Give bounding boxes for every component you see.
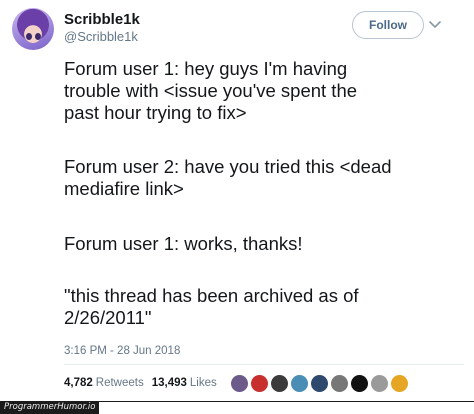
retweets-label: Retweets: [95, 377, 144, 389]
tweet-card: Scribble1k @Scribble1k Follow Forum user…: [0, 0, 474, 400]
liker-avatar[interactable]: [229, 373, 250, 394]
tweet-paragraph: Forum user 2: have you tried this <dead …: [64, 156, 392, 200]
divider: [64, 364, 464, 365]
liker-avatar[interactable]: [309, 373, 330, 394]
tweet-paragraph: "this thread has been archived as of 2/2…: [64, 285, 359, 329]
liker-avatar[interactable]: [269, 373, 290, 394]
tweet-line: "this thread has been archived as of: [64, 285, 359, 306]
liker-avatar[interactable]: [389, 373, 410, 394]
display-name[interactable]: Scribble1k: [64, 11, 140, 28]
liker-avatar[interactable]: [369, 373, 390, 394]
tweet-stats: 4,782 Retweets 13,493 Likes: [64, 377, 217, 389]
tweet-line: Forum user 1: works, thanks!: [64, 233, 303, 254]
liker-avatar[interactable]: [289, 373, 310, 394]
tweet-paragraph: Forum user 1: hey guys I'm having troubl…: [64, 58, 357, 124]
retweets-stat[interactable]: 4,782 Retweets: [64, 377, 144, 389]
avatar-eye: [35, 33, 41, 40]
retweets-count: 4,782: [64, 377, 93, 389]
tweet-line: Forum user 2: have you tried this <dead: [64, 156, 392, 177]
likes-label: Likes: [189, 377, 217, 389]
watermark: ProgrammerHumor.io: [0, 401, 100, 414]
tweet-line: trouble with <issue you've spent the: [64, 80, 358, 101]
follow-button[interactable]: Follow: [352, 11, 424, 39]
tweet-line: 2/26/2011": [64, 307, 152, 328]
liker-avatar[interactable]: [349, 373, 370, 394]
tweet-timestamp[interactable]: 3:16 PM - 28 Jun 2018: [64, 345, 180, 357]
tweet-line: mediafire link>: [64, 178, 184, 199]
liker-avatar[interactable]: [329, 373, 350, 394]
likes-stat[interactable]: 13,493 Likes: [152, 377, 217, 389]
user-handle[interactable]: @Scribble1k: [64, 29, 138, 44]
tweet-line: Forum user 1: hey guys I'm having: [64, 58, 348, 79]
liker-avatar[interactable]: [249, 373, 270, 394]
liker-avatars: [229, 373, 410, 394]
tweet-line: past hour trying to fix>: [64, 102, 247, 123]
likes-count: 13,493: [151, 377, 187, 389]
tweet-paragraph: Forum user 1: works, thanks!: [64, 233, 303, 255]
avatar-eye: [26, 33, 32, 40]
avatar[interactable]: [12, 8, 54, 50]
chevron-down-icon[interactable]: [428, 18, 442, 32]
